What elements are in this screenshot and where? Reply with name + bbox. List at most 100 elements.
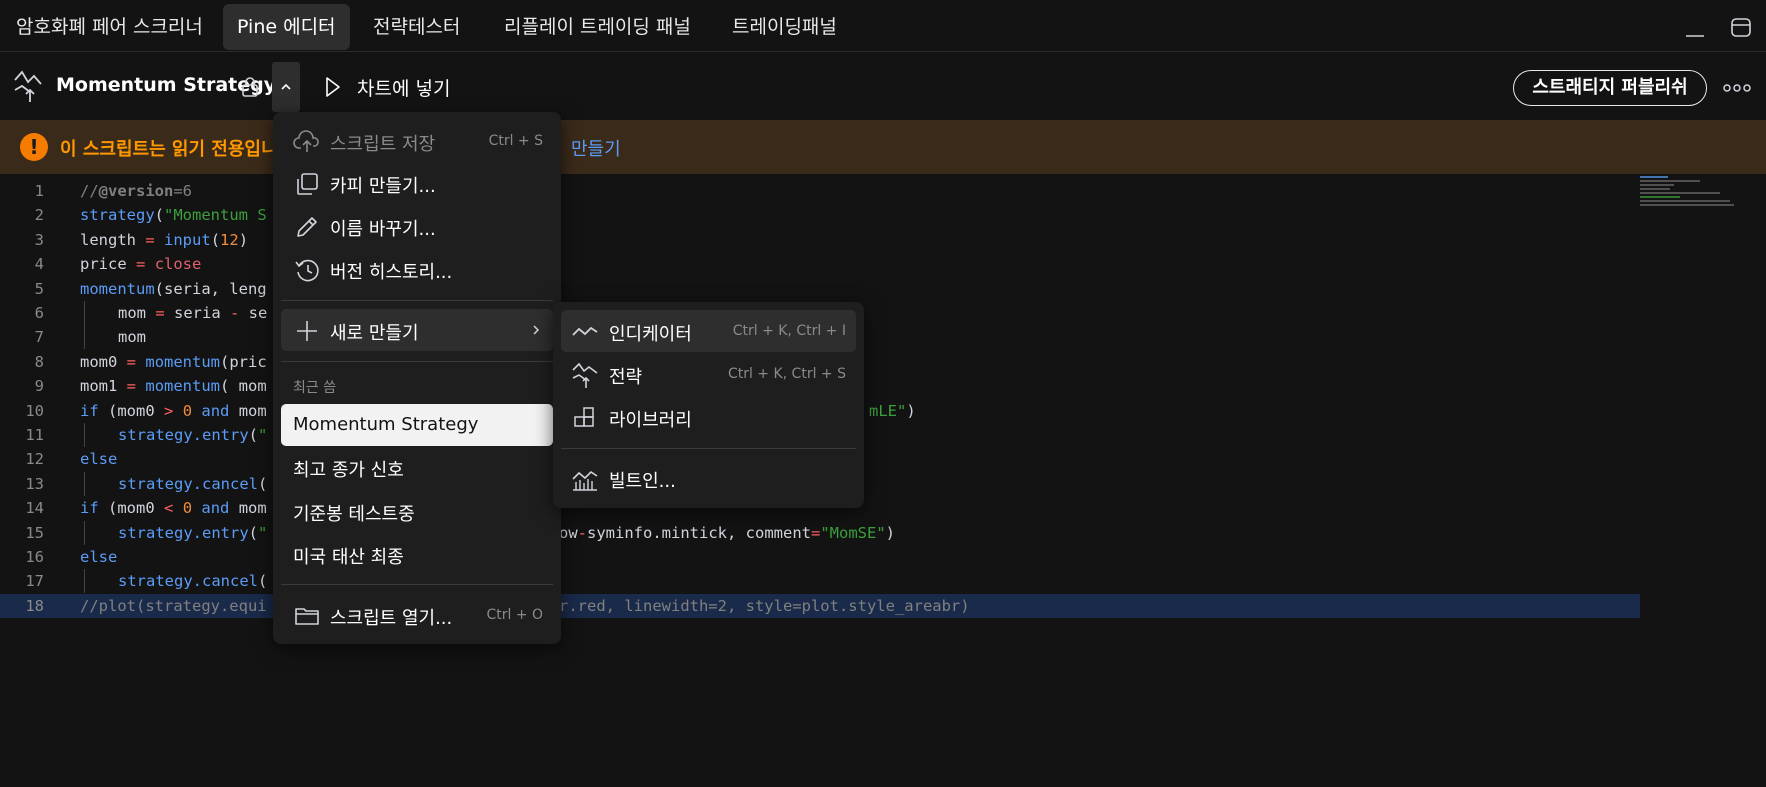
recent-script-label: 최고 종가 신호 [293,460,404,481]
menu-rename-label: 이름 바꾸기... [330,219,436,240]
line-number: 7 [34,328,44,347]
code-line[interactable]: 2 strategy("Momentum S [0,203,1640,227]
menu-open-shortcut: Ctrl + O [486,607,543,623]
line-number: 2 [34,206,44,225]
chevron-right-icon [533,325,540,335]
builtin-icon [572,470,598,491]
indent-guide [84,520,85,545]
tab-replay-trading-panel[interactable]: 리플레이 트레이딩 패널 [490,4,705,50]
script-dropdown-menu: 스크립트 저장 Ctrl + S 카피 만들기... 이름 바꾸기... 버전 … [273,112,561,644]
menu-version-history[interactable]: 버전 히스토리... [281,248,553,290]
menu-save-script: 스크립트 저장 Ctrl + S [281,120,553,162]
menu-open-label: 스크립트 열기... [330,608,453,629]
menu-new-label: 새로 만들기 [330,323,419,344]
code-text: mom0 = momentum(pric [80,352,267,371]
line-number: 8 [34,352,44,371]
minimize-icon[interactable] [1682,14,1708,40]
submenu-strategy[interactable]: 전략 Ctrl + K, Ctrl + S [561,353,856,395]
submenu-library-label: 라이브러리 [609,410,692,431]
publish-strategy-button[interactable]: 스트래티지 퍼블리쉬 [1513,70,1707,106]
strategy-icon [14,70,42,102]
code-editor[interactable]: 1 //@version=6 2 strategy("Momentum S 3 lengt… [0,174,1766,787]
folder-icon [295,608,319,625]
menu-copy-label: 카피 만들기... [330,176,436,197]
line-number: 3 [34,230,44,249]
submenu-builtin[interactable]: 빌트인... [561,457,856,499]
menu-create-new[interactable]: 새로 만들기 [281,309,553,351]
menu-rename[interactable]: 이름 바꾸기... [281,205,553,247]
menu-open-script[interactable]: 스크립트 열기... Ctrl + O [281,594,553,636]
code-text: strategy("Momentum S [80,206,267,225]
code-text: if (mom0 < 0 and mom [80,499,267,518]
code-text: length = input(12) [80,230,249,249]
code-line[interactable]: 15 strategy.entry(" ow-syminfo.mintick, co… [0,520,1640,545]
tab-crypto-screener[interactable]: 암호화폐 페어 스크리너 [2,4,217,50]
submenu-strategy-shortcut: Ctrl + K, Ctrl + S [727,366,846,382]
menu-save-label: 스크립트 저장 [330,134,436,155]
read-only-banner: ! 이 스크립트는 읽기 전용입니 만들기 [0,120,1766,174]
code-line[interactable]: 17 strategy.cancel( [0,569,1640,594]
strategy-icon [572,362,598,388]
menu-make-copy[interactable]: 카피 만들기... [281,162,553,204]
script-menu-toggle[interactable] [272,62,300,112]
code-text: strategy.cancel( [118,474,268,493]
line-number: 15 [25,523,44,542]
code-text: mom1 = momentum( mom [80,377,267,396]
line-number: 6 [34,304,44,322]
tab-strategy-tester[interactable]: 전략테스터 [359,4,474,50]
recent-script-item[interactable]: 최고 종가 신호 [281,446,553,488]
submenu-indicator[interactable]: 인디케이터 Ctrl + K, Ctrl + I [561,310,856,352]
code-text: strategy.entry(" [118,426,268,444]
add-to-chart-label: 차트에 넣기 [357,78,451,100]
menu-divider [281,361,553,362]
recent-script-label: 미국 태산 최종 [293,547,404,568]
code-text: strategy.cancel( [118,572,268,591]
tab-pine-editor[interactable]: Pine 에디터 [223,4,350,50]
banner-make-copy-link[interactable]: 만들기 [571,135,621,161]
menu-save-shortcut: Ctrl + S [488,133,543,149]
menu-history-label: 버전 히스토리... [330,262,453,283]
maximize-icon[interactable] [1728,14,1754,40]
submenu-indicator-label: 인디케이터 [609,324,692,345]
indent-guide [84,423,85,447]
line-number: 11 [25,426,44,444]
recent-script-item[interactable]: Momentum Strategy [281,404,553,446]
code-text: r.red, linewidth=2, style=plot.style_are… [559,596,970,615]
indent-guide [84,569,85,594]
cloud-upload-icon [293,130,319,152]
code-line[interactable]: 4 price = close [0,252,1640,276]
code-text: price = close [80,255,202,274]
line-number: 16 [25,548,44,566]
submenu-library[interactable]: 라이브러리 [561,396,856,438]
submenu-indicator-shortcut: Ctrl + K, Ctrl + I [732,323,846,339]
code-line[interactable]: 18 //plot(strategy.equi r.red, linewidth=2… [0,593,1640,618]
code-minimap[interactable] [1640,174,1736,214]
recent-script-item[interactable]: 기준봉 테스트중 [281,490,553,532]
tab-trading-panel[interactable]: 트레이딩패널 [718,4,851,50]
history-icon [295,259,319,282]
line-number: 13 [25,474,44,493]
line-number: 5 [34,279,44,298]
code-line[interactable]: 16 else [0,545,1640,569]
recent-script-label: Momentum Strategy [293,414,479,435]
recent-script-item[interactable]: 미국 태산 최종 [281,533,553,575]
line-number: 14 [25,499,44,518]
more-options-icon[interactable] [1722,78,1752,98]
top-tab-bar: 암호화폐 페어 스크리너 Pine 에디터 전략테스터 리플레이 트레이딩 패널… [0,0,1766,52]
create-new-submenu: 인디케이터 Ctrl + K, Ctrl + I 전략 Ctrl + K, Ct… [553,302,864,508]
play-icon [326,77,340,97]
line-number: 10 [25,401,44,420]
plus-icon [297,321,317,341]
code-text: else [80,450,118,469]
menu-divider [281,300,553,301]
code-line[interactable]: 3 length = input(12) [0,228,1640,252]
code-text: mom = seria - se [118,304,268,322]
line-number: 12 [25,450,44,469]
warning-icon: ! [20,133,48,161]
code-text: strategy.entry(" [118,523,268,542]
submenu-divider [561,448,856,449]
copy-icon [297,173,318,195]
code-line[interactable]: 1 //@version=6 [0,179,1640,203]
code-line[interactable]: 5 momentum(seria, leng [0,277,1640,301]
line-number: 18 [25,596,44,615]
